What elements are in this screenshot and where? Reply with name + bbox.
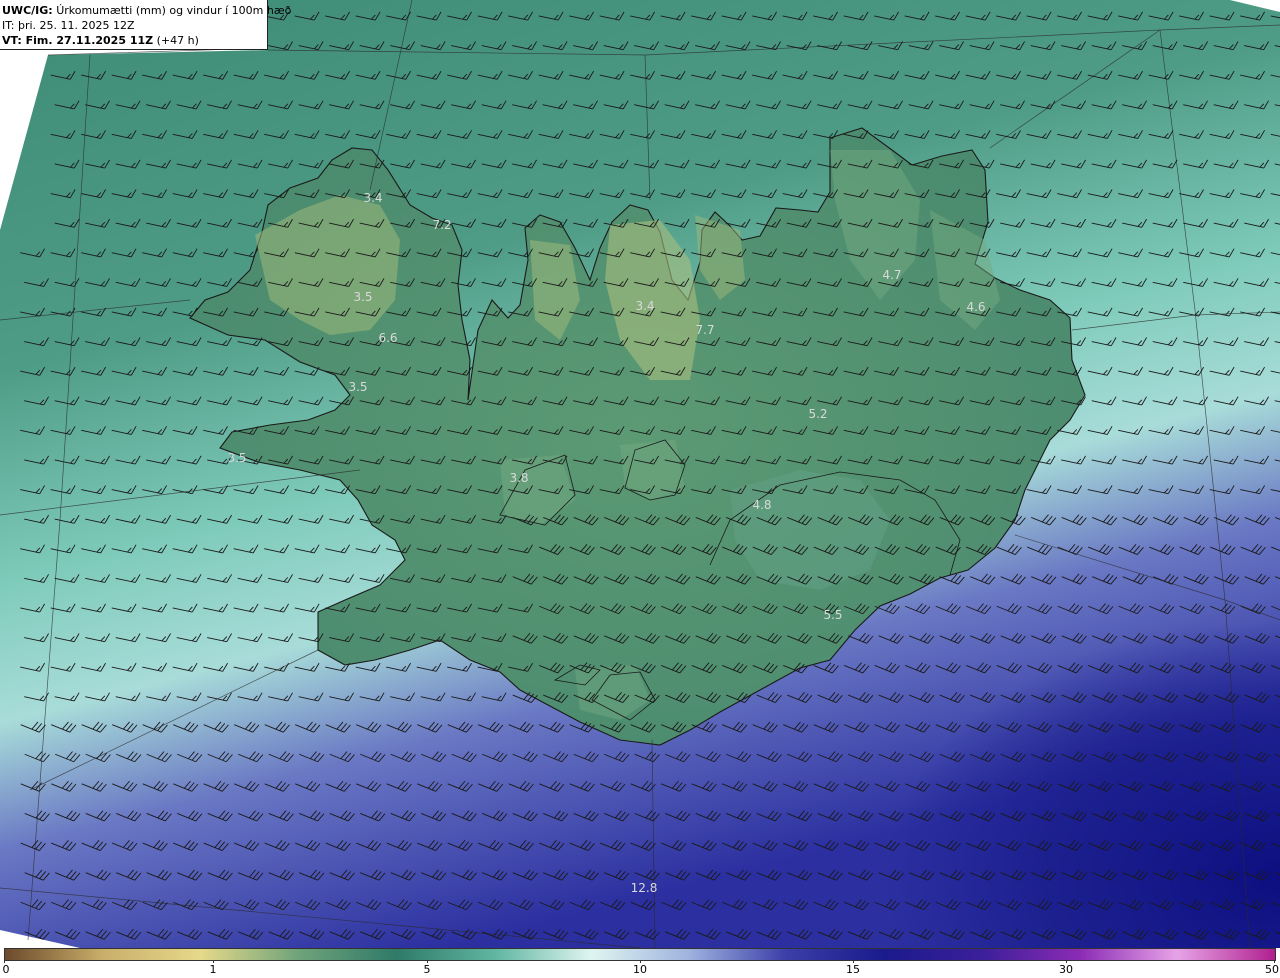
precip-value-west-interior: 3.8 bbox=[509, 471, 528, 485]
precip-value-highlands: 5.2 bbox=[808, 407, 827, 421]
colorbar: 0 1 5 10 15 30 50 bbox=[0, 948, 1280, 978]
model-code: UWC/IG: bbox=[2, 4, 53, 17]
precip-value-vatnajokull: 4.8 bbox=[752, 498, 771, 512]
precip-value-breidafjordur: 3.5 bbox=[348, 380, 367, 394]
precip-value-offshore-south: 12.8 bbox=[631, 881, 658, 895]
field-description: Úrkomumætti (mm) og vindur í 100m hæð bbox=[56, 4, 292, 17]
map-area: 3.4 7.2 3.5 6.6 3.5 3.5 3.8 3.4 7.7 4.7 4.6 5.2 4.8 5… bbox=[0, 0, 1280, 948]
colorbar-tick-label: 50 bbox=[1265, 963, 1279, 976]
precip-value-southeast-coast: 5.5 bbox=[823, 608, 842, 622]
initial-time: IT: þri. 25. 11. 2025 12Z bbox=[2, 19, 135, 32]
precip-value-westfjords-north: 3.4 bbox=[363, 191, 382, 205]
colorbar-tick-label: 10 bbox=[633, 963, 647, 976]
valid-time: VT: Fim. 27.11.2025 11Z bbox=[2, 34, 154, 47]
precipitation-map: 3.4 7.2 3.5 6.6 3.5 3.5 3.8 3.4 7.7 4.7 4.6 5.2 4.8 5… bbox=[0, 0, 1280, 948]
precip-value-trollaskagi: 3.4 bbox=[635, 299, 654, 313]
precip-value-westfjords-east: 7.2 bbox=[432, 218, 451, 232]
precip-value-northeast: 4.7 bbox=[882, 268, 901, 282]
colorbar-tick-label: 5 bbox=[423, 963, 431, 976]
precip-value-snaefellsnes: 3.5 bbox=[227, 451, 246, 465]
colorbar-tick-label: 15 bbox=[846, 963, 860, 976]
lead-time: (+47 h) bbox=[156, 34, 199, 47]
precip-value-east-fjords: 4.6 bbox=[966, 300, 985, 314]
colorbar-tick-label: 1 bbox=[209, 963, 217, 976]
colorbar-tick-label: 30 bbox=[1059, 963, 1073, 976]
map-title-box: UWC/IG: Úrkomumætti (mm) og vindur í 100… bbox=[0, 0, 291, 50]
precip-value-eyjafjordur: 7.7 bbox=[695, 323, 714, 337]
precip-value-westfjords-south: 6.6 bbox=[378, 331, 397, 345]
precip-value-westfjords-central: 3.5 bbox=[353, 290, 372, 304]
colorbar-tick-label: 0 bbox=[2, 963, 10, 976]
